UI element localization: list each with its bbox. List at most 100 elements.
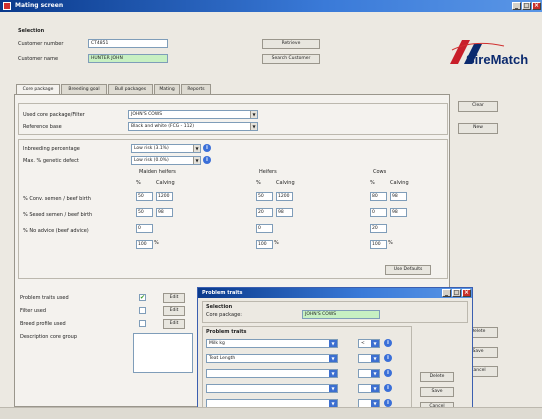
conv-percent-field[interactable]: 50 [256, 192, 273, 201]
minimize-icon[interactable]: _ [512, 2, 521, 10]
group-title: Heifers [259, 169, 277, 175]
trait-info-icon[interactable]: i [384, 339, 392, 347]
trait-name: Milk kg [209, 341, 225, 346]
trait-select-2[interactable]: Teat Length ▼ [206, 354, 338, 363]
chevron-down-icon: ▼ [329, 340, 337, 347]
trait-operator-1[interactable]: < ▼ [358, 339, 380, 348]
inbreeding-label: Inbreeding percentage [23, 146, 80, 152]
percent-sign: % [388, 240, 393, 246]
trait-operator-2[interactable]: ▼ [358, 354, 380, 363]
trait-info-icon[interactable]: i [384, 354, 392, 362]
total-percent-field[interactable]: 100 [256, 240, 273, 249]
tab-bull-packages[interactable]: Bull packages [108, 84, 153, 94]
trait-info-icon[interactable]: i [384, 399, 392, 407]
percent-sign: % [154, 240, 159, 246]
clear-button[interactable]: Clear [458, 101, 498, 112]
conv-calving-field[interactable]: 1200 [276, 192, 293, 201]
breed-profile-label: Breed profile used [20, 321, 66, 327]
logo-text: SireMatch [466, 52, 529, 67]
retrieve-button[interactable]: Retrieve [262, 39, 320, 49]
reference-base-select[interactable]: Black and white (FCG - 112) ▼ [128, 122, 258, 131]
use-defaults-button[interactable]: Use Defaults [385, 265, 431, 275]
customer-name-field[interactable]: HUNTER JOHN [88, 54, 168, 63]
chevron-down-icon: ▼ [329, 400, 337, 407]
dialog-close-icon[interactable]: × [462, 289, 471, 297]
col-calving-header: Calving [390, 180, 409, 186]
problem-traits-dialog: Problem traits _ □ × Selection Core pack… [197, 287, 473, 419]
dialog-title-bar: Problem traits _ □ × [198, 288, 472, 298]
search-customer-button[interactable]: Search Customer [262, 54, 320, 64]
dialog-delete-button[interactable]: Delete [420, 372, 454, 382]
trait-select-3[interactable]: ▼ [206, 369, 338, 378]
trait-info-icon[interactable]: i [384, 369, 392, 377]
dialog-maximize-icon[interactable]: □ [452, 289, 461, 297]
inbreeding-select[interactable]: Low risk (3.1%) ▼ [131, 144, 201, 153]
window-title: Mating screen [15, 2, 64, 9]
filter-used-label: Filter used [20, 308, 46, 314]
siremmatch-logo: SireMatch [448, 36, 530, 76]
dialog-core-package-field[interactable]: JOHN'S COWS [302, 310, 380, 319]
dialog-minimize-icon[interactable]: _ [442, 289, 451, 297]
col-calving-header: Calving [156, 180, 175, 186]
filter-used-edit-button[interactable]: Edit [163, 306, 185, 316]
breed-profile-checkbox[interactable] [139, 320, 146, 327]
sexed-calving-field[interactable]: 98 [156, 208, 173, 217]
problem-traits-checkbox[interactable]: ✔ [139, 294, 146, 301]
group-title: Maiden heifers [139, 169, 176, 175]
sexed-calving-field[interactable]: 98 [276, 208, 293, 217]
trait-select-1[interactable]: Milk kg ▼ [206, 339, 338, 348]
max-genetic-label: Max. % genetic defect [23, 158, 79, 164]
chevron-down-icon: ▼ [371, 400, 379, 407]
inbreeding-info-icon[interactable]: i [203, 144, 211, 152]
trait-select-4[interactable]: ▼ [206, 384, 338, 393]
max-genetic-info-icon[interactable]: i [203, 156, 211, 164]
trait-operator-3[interactable]: ▼ [358, 369, 380, 378]
col-percent-header: % [136, 180, 141, 186]
customer-name-label: Customer name [18, 56, 59, 62]
inbreeding-value: Low risk (3.1%) [134, 146, 169, 151]
conv-calving-field[interactable]: 1200 [156, 192, 173, 201]
sexed-percent-field[interactable]: 50 [136, 208, 153, 217]
max-genetic-value: Low risk (0.0%) [134, 158, 169, 163]
used-core-select[interactable]: JOHN'S COWS ▼ [128, 110, 258, 119]
conv-calving-field[interactable]: 98 [390, 192, 407, 201]
no-advice-percent-field[interactable]: 0 [136, 224, 153, 233]
total-percent-field[interactable]: 100 [136, 240, 153, 249]
filter-used-checkbox[interactable] [139, 307, 146, 314]
title-bar: Mating screen _ □ × [0, 0, 542, 12]
max-genetic-select[interactable]: Low risk (0.0%) ▼ [131, 156, 201, 165]
total-percent-field[interactable]: 100 [370, 240, 387, 249]
no-advice-percent-field[interactable]: 0 [256, 224, 273, 233]
col-calving-header: Calving [276, 180, 295, 186]
trait-operator-4[interactable]: ▼ [358, 384, 380, 393]
maximize-icon[interactable]: □ [522, 2, 531, 10]
dialog-selection-heading: Selection [206, 304, 233, 310]
chevron-down-icon: ▼ [250, 123, 257, 130]
trait-info-icon[interactable]: i [384, 384, 392, 392]
no-advice-percent-field[interactable]: 20 [370, 224, 387, 233]
customer-number-field[interactable]: CT4851 [88, 39, 168, 48]
close-icon[interactable]: × [532, 2, 541, 10]
conv-percent-field[interactable]: 50 [136, 192, 153, 201]
sexed-calving-field[interactable]: 98 [390, 208, 407, 217]
row-label-sexed: % Sexed semen / beef birth [23, 212, 93, 218]
trait-name: Teat Length [209, 356, 236, 361]
tab-mating[interactable]: Mating [154, 84, 180, 94]
description-textarea[interactable] [133, 333, 193, 373]
dialog-save-button[interactable]: Save [420, 387, 454, 397]
new-button[interactable]: New [458, 123, 498, 134]
mating-screen-window: Mating screen _ □ × Selection Customer n… [0, 0, 542, 419]
tab-breeding-goal[interactable]: Breeding goal [61, 84, 107, 94]
problem-traits-heading: Problem traits [206, 329, 247, 335]
breed-profile-edit-button[interactable]: Edit [163, 319, 185, 329]
problem-traits-edit-button[interactable]: Edit [163, 293, 185, 303]
chevron-down-icon: ▼ [193, 145, 200, 152]
conv-percent-field[interactable]: 80 [370, 192, 387, 201]
reference-base-label: Reference base [23, 124, 62, 130]
tab-reports[interactable]: Reports [181, 84, 211, 94]
sexed-percent-field[interactable]: 0 [370, 208, 387, 217]
sexed-percent-field[interactable]: 20 [256, 208, 273, 217]
percent-sign: % [274, 240, 279, 246]
reference-base-value: Black and white (FCG - 112) [131, 124, 195, 129]
trait-operator: < [361, 341, 365, 346]
